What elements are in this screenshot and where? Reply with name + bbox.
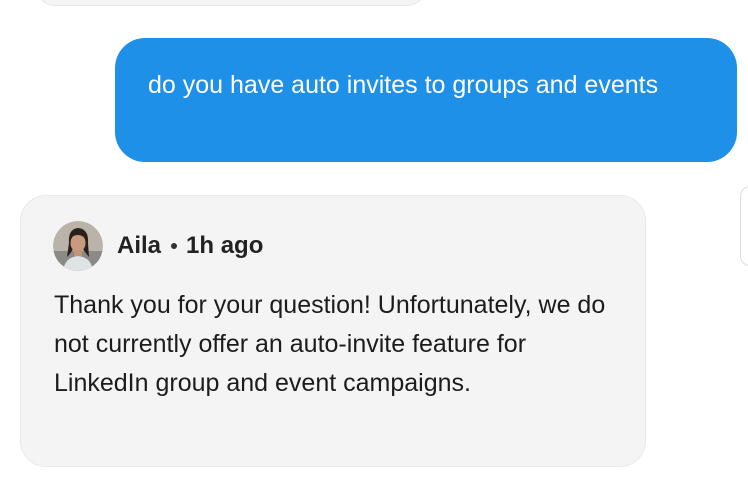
separator-dot	[171, 243, 178, 249]
chat-thread: do you have auto invites to groups and e…	[0, 0, 748, 485]
avatar[interactable]	[53, 221, 103, 271]
agent-reply-text: Thank you for your question! Unfortunate…	[54, 291, 606, 397]
author-name: Aila	[117, 232, 162, 259]
author-meta: Aila 1h ago	[117, 232, 263, 260]
agent-reply-bubble: Aila 1h ago Thank you for your question!…	[20, 195, 646, 467]
previous-message-bubble	[34, 0, 428, 6]
side-panel-edge[interactable]	[740, 186, 748, 266]
user-message-bubble: do you have auto invites to groups and e…	[115, 38, 737, 162]
reply-header: Aila 1h ago	[53, 221, 263, 271]
user-message-text: do you have auto invites to groups and e…	[148, 71, 659, 99]
avatar-image	[53, 221, 103, 271]
timestamp: 1h ago	[186, 232, 264, 259]
